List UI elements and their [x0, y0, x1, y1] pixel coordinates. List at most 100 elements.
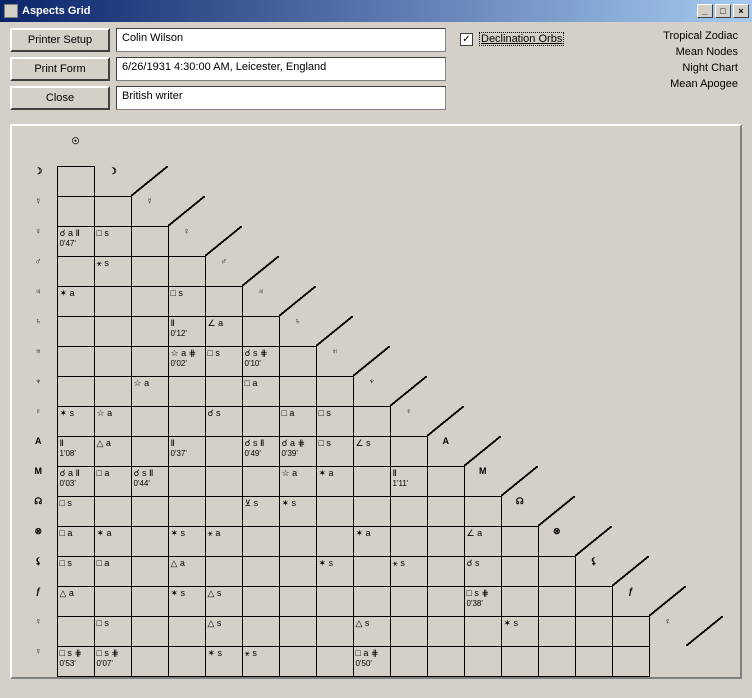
planet-col-16: ♀ — [649, 616, 686, 646]
aspect-cell — [353, 586, 390, 616]
aspect-cell: △ a — [57, 586, 94, 616]
description-field[interactable]: British writer — [116, 86, 446, 110]
aspect-cell — [612, 646, 649, 676]
planet-col-15: ƒ — [612, 586, 649, 616]
aspect-cell: ☆ a — [94, 406, 131, 436]
aspects-grid-panel: ☉☽☽☿☿♀☌ a Ⅱ0'47'□ s♀♂⚹ s♂♃✶ a□ s♃♄Ⅱ0'12'… — [10, 124, 742, 679]
aspect-cell — [501, 586, 538, 616]
aspect-cell: ✶ s — [57, 406, 94, 436]
aspect-cell: ⊻ s — [242, 496, 279, 526]
planet-col-13: ⊗ — [538, 526, 575, 556]
aspect-cell: □ a — [57, 526, 94, 556]
planet-row-9: ♇ — [20, 406, 57, 436]
aspect-cell — [94, 586, 131, 616]
aspect-cell — [353, 496, 390, 526]
aspect-cell — [57, 346, 94, 376]
minimize-button[interactable]: _ — [697, 4, 713, 18]
aspect-cell: △ s — [353, 616, 390, 646]
aspect-cell — [242, 586, 279, 616]
aspect-cell — [94, 316, 131, 346]
aspect-cell: ⚹ s — [94, 256, 131, 286]
aspect-cell: ⚹ s — [242, 646, 279, 676]
declination-orbs-checkbox[interactable]: ✓ — [460, 33, 473, 46]
aspect-cell — [94, 376, 131, 406]
printer-setup-button[interactable]: Printer Setup — [10, 28, 110, 52]
aspect-cell: ✶ s — [501, 616, 538, 646]
aspect-cell — [575, 586, 612, 616]
aspect-cell — [612, 616, 649, 646]
aspect-cell — [390, 616, 427, 646]
aspect-cell: ✶ a — [316, 466, 353, 496]
app-icon — [4, 4, 18, 18]
close-window-button[interactable]: × — [733, 4, 749, 18]
aspect-cell: ☌ a ⋕0'39' — [279, 436, 316, 466]
planet-row-1: ☽ — [20, 166, 57, 196]
aspect-cell — [168, 496, 205, 526]
aspect-cell — [242, 526, 279, 556]
aspect-cell — [205, 496, 242, 526]
planet-col-5: ♃ — [242, 286, 279, 316]
close-button[interactable]: Close — [10, 86, 110, 110]
aspect-cell — [279, 346, 316, 376]
aspect-cell: ☌ a Ⅱ0'47' — [57, 226, 94, 256]
aspect-cell: ✶ s — [316, 556, 353, 586]
aspect-cell — [131, 496, 168, 526]
planet-col-2: ☿ — [131, 196, 168, 226]
aspect-cell — [168, 466, 205, 496]
planet-row-2: ☿ — [20, 196, 57, 226]
aspect-cell — [168, 256, 205, 286]
aspect-cell — [427, 586, 464, 616]
planet-row-12: ☊ — [20, 496, 57, 526]
datetime-field[interactable]: 6/26/1931 4:30:00 AM, Leicester, England — [116, 57, 446, 81]
planet-row-3: ♀ — [20, 226, 57, 256]
aspect-cell — [131, 586, 168, 616]
aspect-cell: Ⅱ1'11' — [390, 466, 427, 496]
planet-row-14: ⚸ — [20, 556, 57, 586]
aspect-cell — [538, 556, 575, 586]
print-form-button[interactable]: Print Form — [10, 57, 110, 81]
info-apogee: Mean Apogee — [663, 76, 738, 92]
planet-row-16: ♀ — [20, 616, 57, 646]
aspect-cell: □ a — [279, 406, 316, 436]
planet-col-14: ⚸ — [575, 556, 612, 586]
aspect-cell — [316, 526, 353, 556]
aspect-cell — [316, 616, 353, 646]
planet-col-3: ♀ — [168, 226, 205, 256]
aspect-cell — [94, 286, 131, 316]
aspect-cell: ✶ a — [94, 526, 131, 556]
planet-row-11: M — [20, 466, 57, 496]
planet-row-7: ♅ — [20, 346, 57, 376]
planet-row-13: ⊗ — [20, 526, 57, 556]
planet-col-4: ♂ — [205, 256, 242, 286]
aspect-cell — [464, 496, 501, 526]
aspect-cell — [131, 526, 168, 556]
aspect-cell — [168, 646, 205, 676]
aspect-cell: ☌ s Ⅱ0'49' — [242, 436, 279, 466]
aspect-cell — [57, 376, 94, 406]
aspect-cell: ☆ a ⋕0'02' — [168, 346, 205, 376]
aspect-cell — [205, 376, 242, 406]
planet-col-10: A — [427, 436, 464, 466]
aspect-cell — [464, 616, 501, 646]
aspect-cell — [57, 616, 94, 646]
aspect-cell — [390, 586, 427, 616]
aspect-cell — [316, 376, 353, 406]
aspect-cell — [390, 436, 427, 466]
name-field[interactable]: Colin Wilson — [116, 28, 446, 52]
maximize-button[interactable]: □ — [715, 4, 731, 18]
chart-info: Tropical Zodiac Mean Nodes Night Chart M… — [663, 28, 742, 92]
planet-row-6: ♄ — [20, 316, 57, 346]
aspect-cell — [427, 526, 464, 556]
aspect-cell — [538, 646, 575, 676]
planet-col-0: ☉ — [57, 136, 94, 166]
aspect-cell — [316, 496, 353, 526]
aspect-cell: □ a — [242, 376, 279, 406]
aspect-cell — [131, 556, 168, 586]
aspect-cell: □ s — [316, 436, 353, 466]
aspect-cell: ☌ s — [464, 556, 501, 586]
aspect-cell: ☌ a Ⅱ0'03' — [57, 466, 94, 496]
planet-col-6: ♄ — [279, 316, 316, 346]
aspect-cell — [501, 526, 538, 556]
aspect-cell: △ s — [205, 616, 242, 646]
aspect-cell: ☌ s Ⅱ0'44' — [131, 466, 168, 496]
